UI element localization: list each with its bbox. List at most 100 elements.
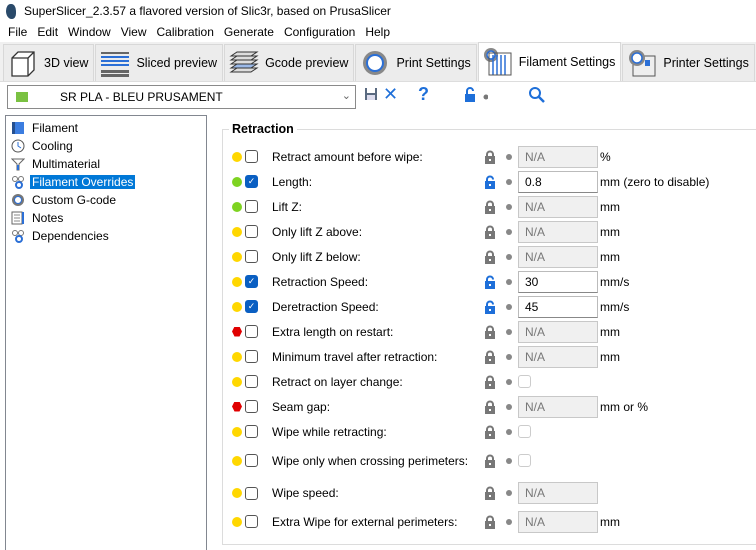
yellow-mode-marker-icon: [232, 301, 242, 312]
stack-icon: [229, 48, 259, 78]
override-checkbox[interactable]: [245, 515, 258, 528]
window-title: SuperSlicer_2.3.57 a flavored version of…: [24, 4, 391, 18]
lock-icon[interactable]: [484, 375, 496, 389]
help-icon[interactable]: ?: [418, 84, 429, 105]
override-checkbox[interactable]: [245, 225, 258, 238]
delete-preset-icon[interactable]: ✕: [383, 84, 398, 105]
menu-calibration[interactable]: Calibration: [152, 25, 219, 39]
override-checkbox[interactable]: ✓: [245, 175, 258, 188]
override-checkbox[interactable]: [245, 375, 258, 388]
override-checkbox[interactable]: [245, 400, 258, 413]
menu-window[interactable]: Window: [63, 25, 116, 39]
tree-item-filament[interactable]: Filament: [6, 119, 206, 137]
tab-sliced-preview[interactable]: Sliced preview: [95, 44, 224, 81]
unlock-icon[interactable]: [484, 275, 496, 289]
option-value-checkbox[interactable]: [518, 425, 531, 438]
reset-dot-icon[interactable]: [506, 228, 512, 235]
reset-dot-icon[interactable]: [506, 353, 512, 360]
lock-icon[interactable]: [484, 454, 496, 468]
menu-file[interactable]: File: [3, 25, 32, 39]
tab-gcode-preview[interactable]: Gcode preview: [224, 44, 355, 81]
reset-dot-icon[interactable]: [506, 253, 512, 260]
save-icon[interactable]: [364, 87, 378, 101]
lock-icon[interactable]: [484, 225, 496, 239]
override-checkbox[interactable]: [245, 250, 258, 263]
reset-dot-icon[interactable]: [506, 490, 512, 496]
reset-dot-icon[interactable]: [506, 378, 512, 385]
menu-generate[interactable]: Generate: [219, 25, 279, 39]
menu-edit[interactable]: Edit: [32, 25, 63, 39]
override-checkbox[interactable]: [245, 486, 258, 500]
lock-icon[interactable]: [484, 350, 496, 364]
tab-printer-settings[interactable]: Printer Settings: [622, 44, 755, 81]
option-value-checkbox[interactable]: [518, 454, 531, 467]
option-value-input[interactable]: 0.8: [518, 170, 598, 193]
tab-label: Printer Settings: [663, 56, 749, 70]
reset-dot-icon[interactable]: [506, 203, 512, 210]
reset-dot-icon[interactable]: [506, 178, 512, 185]
search-icon[interactable]: [528, 86, 546, 104]
reset-dot-icon[interactable]: [506, 518, 512, 525]
reset-dot-icon[interactable]: [506, 328, 512, 335]
red-mode-marker-icon: [232, 401, 242, 412]
tab-3d-view[interactable]: 3D view: [3, 44, 95, 81]
unlock-icon[interactable]: [484, 175, 496, 189]
menu-view[interactable]: View: [116, 25, 152, 39]
option-value-input[interactable]: N/A: [518, 482, 598, 504]
override-checkbox[interactable]: [245, 325, 258, 338]
tree-item-custom-g-code[interactable]: Custom G-code: [6, 191, 206, 209]
unlock-icon[interactable]: [464, 87, 488, 103]
option-value-input[interactable]: 45: [518, 295, 598, 318]
lock-icon[interactable]: [484, 515, 496, 529]
override-checkbox[interactable]: [245, 350, 258, 363]
reset-dot-icon[interactable]: [506, 303, 512, 310]
tree-item-dependencies[interactable]: Dependencies: [6, 227, 206, 245]
lock-icon[interactable]: [484, 325, 496, 339]
green-mode-marker-icon: [232, 176, 242, 187]
menu-configuration[interactable]: Configuration: [279, 25, 360, 39]
tree-item-label: Filament Overrides: [30, 175, 136, 189]
override-checkbox[interactable]: ✓: [245, 275, 258, 288]
chevron-down-icon[interactable]: ⌄: [342, 89, 351, 102]
option-label: Extra Wipe for external perimeters:: [272, 514, 458, 529]
reset-dot-icon[interactable]: [506, 153, 512, 160]
tree-item-multimaterial[interactable]: Multimaterial: [6, 155, 206, 173]
lock-icon[interactable]: [484, 400, 496, 414]
tab-print-settings[interactable]: Print Settings: [355, 44, 477, 81]
override-checkbox[interactable]: [245, 150, 258, 163]
lock-icon[interactable]: [484, 200, 496, 214]
option-value-input[interactable]: N/A: [518, 320, 598, 343]
lock-icon[interactable]: [484, 250, 496, 264]
section-title: Retraction: [229, 122, 297, 136]
option-value-input[interactable]: N/A: [518, 195, 598, 218]
lock-icon[interactable]: [484, 150, 496, 164]
filament-preset-select[interactable]: SR PLA - BLEU PRUSAMENT ⌄: [7, 85, 356, 109]
option-value-input[interactable]: N/A: [518, 145, 598, 168]
wrench-icon: [11, 229, 25, 243]
reset-dot-icon[interactable]: [506, 403, 512, 410]
yellow-mode-marker-icon: [232, 276, 242, 287]
tree-item-cooling[interactable]: Cooling: [6, 137, 206, 155]
override-checkbox[interactable]: [245, 425, 258, 438]
option-value-checkbox[interactable]: [518, 375, 531, 388]
unlock-icon[interactable]: [484, 300, 496, 314]
option-value-input[interactable]: N/A: [518, 395, 598, 418]
lock-icon[interactable]: [484, 486, 496, 500]
override-checkbox[interactable]: [245, 454, 258, 467]
tree-item-filament-overrides[interactable]: Filament Overrides: [6, 173, 206, 191]
reset-dot-icon[interactable]: [506, 457, 512, 464]
override-checkbox[interactable]: ✓: [245, 300, 258, 313]
option-value-input[interactable]: N/A: [518, 245, 598, 268]
reset-dot-icon[interactable]: [506, 428, 512, 435]
option-value-input[interactable]: N/A: [518, 220, 598, 243]
option-value-input[interactable]: 30: [518, 270, 598, 293]
lock-icon[interactable]: [484, 425, 496, 439]
tab-filament-settings[interactable]: Filament Settings: [477, 42, 622, 81]
reset-dot-icon[interactable]: [506, 278, 512, 285]
option-value-input[interactable]: N/A: [518, 510, 598, 533]
override-checkbox[interactable]: [245, 200, 258, 213]
option-unit: mm/s: [600, 299, 630, 314]
option-value-input[interactable]: N/A: [518, 345, 598, 368]
tree-item-notes[interactable]: Notes: [6, 209, 206, 227]
menu-help[interactable]: Help: [360, 25, 395, 39]
